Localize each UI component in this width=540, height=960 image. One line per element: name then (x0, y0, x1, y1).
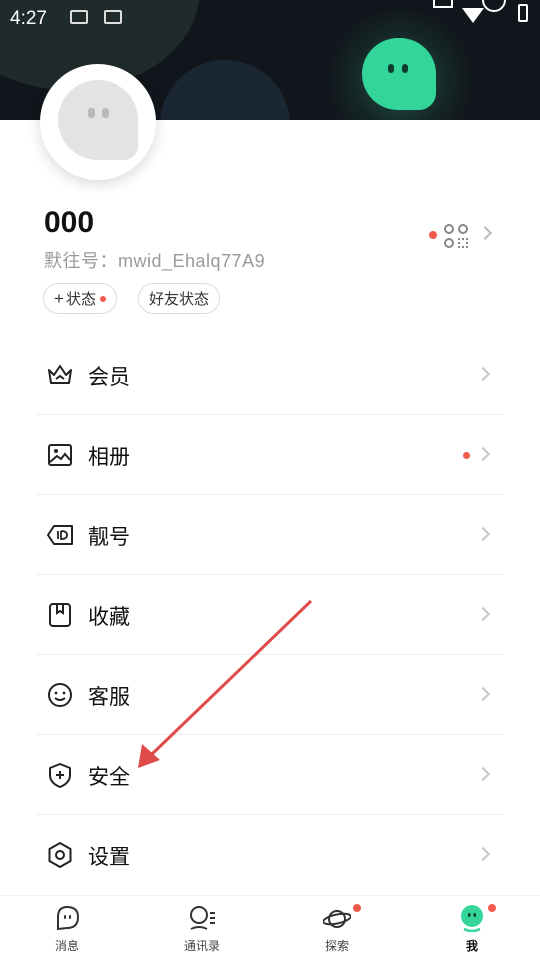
avatar-ghost-icon (58, 80, 138, 160)
chevron-right-icon (475, 606, 491, 622)
scan-icon[interactable] (433, 0, 453, 8)
menu-item-settings[interactable]: 设置 (36, 815, 504, 895)
tab-label: 通讯录 (183, 939, 220, 953)
plus-icon: + (54, 288, 64, 308)
menu-item-vanity-number[interactable]: 靓号 (36, 495, 504, 575)
tab-label: 探索 (324, 939, 349, 953)
menu-item-label: 靓号 (88, 526, 130, 549)
message-bubble-icon (57, 905, 80, 931)
menu-item-album[interactable]: 相册 (36, 415, 504, 495)
avatar[interactable] (40, 64, 156, 180)
notification-badge-dot (488, 904, 496, 912)
menu-item-label: 收藏 (88, 606, 130, 629)
planet-icon (323, 910, 351, 928)
settings-hex-icon (48, 842, 72, 868)
bottom-tab-bar: 消息 通讯录 探索 我 (0, 895, 540, 960)
tab-me[interactable]: 我 (427, 896, 517, 960)
qr-code-button[interactable] (426, 222, 496, 252)
menu-list: 会员 相册 靓号 收藏 客服 安全 设置 (36, 335, 504, 895)
chevron-right-icon (475, 686, 491, 702)
tab-label: 我 (465, 939, 478, 953)
wifi-icon (462, 8, 484, 23)
chevron-right-icon (475, 846, 491, 862)
menu-item-label: 客服 (88, 686, 130, 709)
chevron-right-icon (475, 366, 491, 382)
crown-icon (48, 365, 72, 384)
menu-item-security[interactable]: 安全 (36, 735, 504, 815)
battery-icon (518, 4, 528, 22)
tab-messages[interactable]: 消息 (22, 896, 112, 960)
tab-label: 消息 (54, 939, 79, 953)
status-time: 4:27 (10, 8, 47, 29)
menu-item-customer-service[interactable]: 客服 (36, 655, 504, 735)
gallery-notification-icon (70, 10, 88, 24)
shield-plus-icon (49, 763, 71, 788)
me-mascot-icon (461, 905, 483, 932)
chevron-right-icon (475, 766, 491, 782)
chip-label: 状态 (65, 291, 96, 308)
username: 000 (44, 206, 95, 239)
qr-badge-dot (429, 231, 437, 239)
chip-label: 好友状态 (149, 291, 210, 308)
notification-badge-dot (353, 904, 361, 912)
bookmark-icon (49, 603, 71, 627)
menu-item-label: 设置 (88, 846, 130, 869)
status-bar: 4:27 (0, 0, 540, 36)
service-face-icon (48, 683, 72, 707)
menu-item-label: 相册 (88, 446, 130, 469)
menu-item-label: 安全 (88, 766, 130, 789)
banner-decoration (160, 60, 290, 120)
mascot-icon (362, 38, 436, 110)
tab-contacts[interactable]: 通讯录 (157, 896, 247, 960)
menu-item-favorites[interactable]: 收藏 (36, 575, 504, 655)
chevron-right-icon (475, 526, 491, 542)
chevron-right-icon (477, 225, 493, 241)
keyboard-notification-icon (104, 10, 122, 24)
notification-badge-dot (463, 452, 470, 459)
image-icon (48, 444, 72, 466)
user-id: 默往号：mwid_Ehalq77A9 (44, 251, 266, 271)
friend-status-chip[interactable]: 好友状态 (138, 283, 221, 314)
menu-item-vip[interactable]: 会员 (36, 335, 504, 415)
info-icon[interactable] (482, 0, 506, 12)
menu-item-label: 会员 (88, 366, 130, 389)
contacts-icon (190, 906, 215, 930)
status-badge-dot (99, 295, 106, 302)
id-tag-icon (47, 525, 73, 545)
chevron-right-icon (475, 446, 491, 462)
add-status-chip[interactable]: + 状态 (43, 283, 117, 314)
tab-explore[interactable]: 探索 (292, 896, 382, 960)
qr-code-icon (444, 224, 470, 250)
